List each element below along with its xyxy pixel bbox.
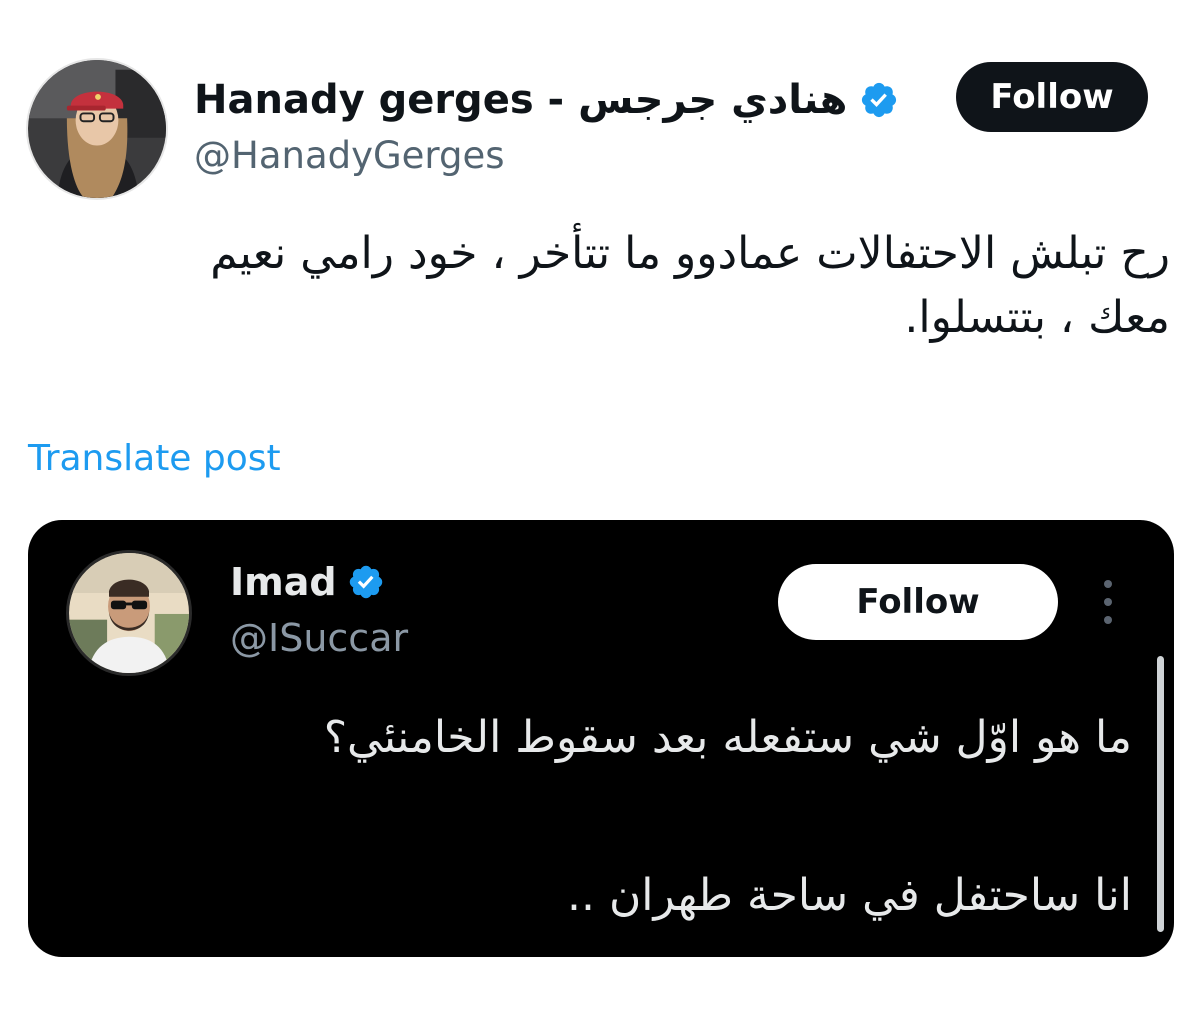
tweet-text-line: رح تبلش الاحتفالات عمادوو ما تتأخر ، خود… xyxy=(210,228,1170,279)
author-display-name[interactable]: Hanady gerges - هنادي جرجس xyxy=(194,77,847,123)
embedded-author-display-name: Imad xyxy=(230,560,337,604)
embedded-scrollbar xyxy=(1157,656,1164,932)
more-dot xyxy=(1104,598,1112,606)
translate-post-link[interactable]: Translate post xyxy=(28,438,281,479)
tweet-text: رح تبلش الاحتفالات عمادوو ما تتأخر ، خود… xyxy=(40,222,1170,350)
more-dot xyxy=(1104,580,1112,588)
follow-button[interactable]: Follow xyxy=(956,62,1148,132)
avatar-woman-red-cap-image xyxy=(28,60,166,198)
embedded-answer-text: انا ساحتفل في ساحة طهران .. xyxy=(567,870,1132,921)
embedded-author-avatar xyxy=(66,550,192,676)
embedded-author-display-name-row: Imad xyxy=(230,556,385,608)
embedded-question-text: ما هو اوّل شي ستفعله بعد سقوط الخامنئي؟ xyxy=(323,712,1132,763)
verified-badge-icon xyxy=(347,563,385,601)
author-display-name-row[interactable]: Hanady gerges - هنادي جرجس xyxy=(194,70,899,130)
tweet-text-line: معك ، بتتسلوا. xyxy=(904,292,1170,343)
author-handle[interactable]: @HanadyGerges xyxy=(194,134,505,177)
avatar-man-sunglasses-image xyxy=(69,553,189,673)
more-vertical-icon xyxy=(1094,580,1122,624)
embedded-author-handle: @ISuccar xyxy=(230,616,409,660)
more-dot xyxy=(1104,616,1112,624)
embedded-post-image[interactable]: Imad @ISuccar Follow ما هو اوّل شي ستفعل… xyxy=(28,520,1174,957)
embedded-follow-button: Follow xyxy=(778,564,1058,640)
author-avatar[interactable] xyxy=(26,58,168,200)
verified-badge-icon xyxy=(859,80,899,120)
